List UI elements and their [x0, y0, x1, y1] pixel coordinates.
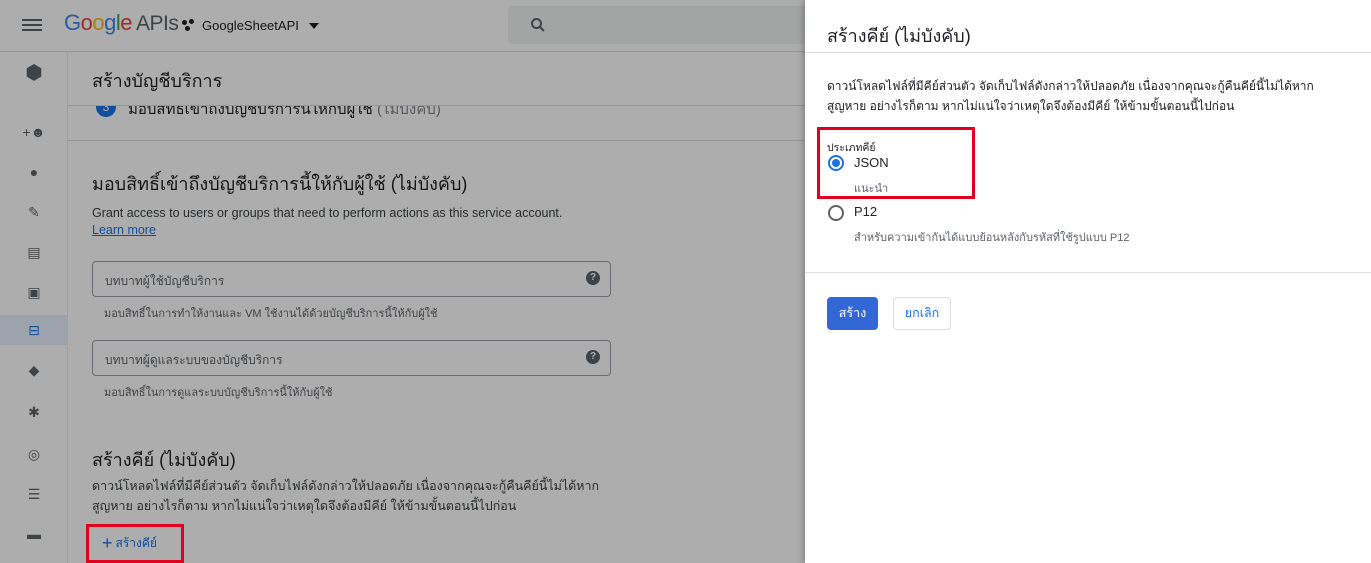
- cancel-button[interactable]: ยกเลิก: [893, 297, 951, 330]
- modal-scrim[interactable]: [0, 0, 805, 563]
- highlight-box-json: [817, 127, 975, 199]
- p12-radio[interactable]: [828, 205, 844, 221]
- panel-divider: [805, 52, 1371, 53]
- p12-label[interactable]: P12: [854, 204, 877, 219]
- p12-sub: สำหรับความเข้ากันได้แบบย้อนหลังกับรหัสที…: [854, 232, 1130, 244]
- panel-description: ดาวน์โหลดไฟล์ที่มีคีย์ส่วนตัว จัดเก็บไฟล…: [827, 76, 1347, 116]
- panel-desc-line1: ดาวน์โหลดไฟล์ที่มีคีย์ส่วนตัว จัดเก็บไฟล…: [827, 79, 1314, 93]
- console-background: Google APIs GoogleSheetAPI ⬢ +☻ ● ✎ ▤ ▣ ⊟…: [0, 0, 805, 563]
- panel-divider: [805, 272, 1371, 273]
- highlight-box-create-key: [86, 524, 184, 563]
- panel-title: สร้างคีย์ (ไม่บังคับ): [827, 26, 971, 46]
- create-button[interactable]: สร้าง: [827, 297, 878, 330]
- create-key-panel: สร้างคีย์ (ไม่บังคับ) ดาวน์โหลดไฟล์ที่มี…: [805, 0, 1371, 563]
- panel-desc-line2: สูญหาย อย่างไรก็ตาม หากไม่แน่ใจว่าเหตุใด…: [827, 99, 1235, 113]
